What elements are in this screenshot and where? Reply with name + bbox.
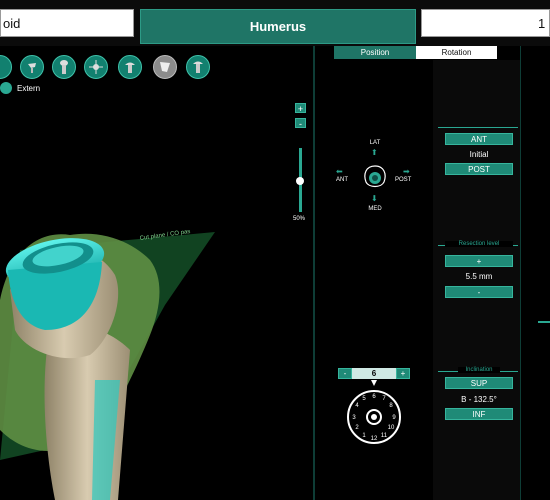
resection-title: Resection level <box>445 241 513 247</box>
inf-button[interactable]: INF <box>445 408 513 420</box>
zoom-out-button[interactable]: - <box>295 118 306 129</box>
tab-rotation[interactable]: Rotation <box>416 46 497 59</box>
dial-plus-button[interactable]: + <box>396 368 410 379</box>
tab-humerus[interactable]: Humerus <box>140 9 416 44</box>
panel-divider <box>313 46 315 500</box>
svg-text:5: 5 <box>362 396 366 402</box>
arrow-right-icon[interactable]: ➡ <box>403 167 410 176</box>
zoom-slider-handle[interactable] <box>296 177 304 185</box>
inclination-value: B - 132.5° <box>461 395 497 404</box>
med-label: MED <box>368 206 382 212</box>
ant-post-value: Initial <box>469 150 489 159</box>
sup-button[interactable]: SUP <box>445 377 513 389</box>
dial-pointer-icon <box>371 380 377 386</box>
ant-label: ANT <box>336 177 348 183</box>
tab-position[interactable]: Position <box>334 46 416 59</box>
tab-humerus-label: Humerus <box>249 19 307 34</box>
tab-right-label: 1 <box>538 15 546 31</box>
svg-text:6: 6 <box>372 394 376 400</box>
resection-minus-button[interactable]: - <box>445 286 513 298</box>
zoom-value: 50% <box>293 216 306 222</box>
svg-text:2: 2 <box>355 425 359 431</box>
svg-text:1: 1 <box>362 433 366 439</box>
lat-label: LAT <box>369 140 381 146</box>
side-marker <box>538 321 550 323</box>
tab-right[interactable]: 1 <box>421 9 550 37</box>
arrow-down-icon[interactable]: ⬇ <box>371 194 378 203</box>
arrow-left-icon[interactable]: ⬅ <box>336 167 343 176</box>
resection-plus-button[interactable]: + <box>445 255 513 267</box>
section-divider-ant <box>438 127 518 128</box>
tab-glenoid-label: oid <box>3 15 21 31</box>
clock-dial[interactable]: 6 7 8 9 10 11 12 1 2 3 4 5 <box>344 380 404 445</box>
3d-viewer[interactable]: Cut plane / CO pas <box>0 60 316 500</box>
svg-text:11: 11 <box>381 433 388 439</box>
dial-value: 6 <box>352 368 396 379</box>
right-divider <box>520 46 521 500</box>
svg-text:4: 4 <box>355 403 359 409</box>
post-button[interactable]: POST <box>445 163 513 175</box>
humeral-head-icon <box>364 165 386 188</box>
dial-minus-button[interactable]: - <box>338 368 352 379</box>
svg-text:7: 7 <box>382 396 386 402</box>
svg-text:10: 10 <box>388 425 395 431</box>
arrow-up-icon[interactable]: ⬆ <box>371 148 378 157</box>
resection-value: 5.5 mm <box>465 272 493 281</box>
svg-text:9: 9 <box>392 415 396 421</box>
svg-text:12: 12 <box>371 436 378 442</box>
zoom-in-button[interactable]: + <box>295 103 306 114</box>
svg-text:3: 3 <box>352 415 356 421</box>
post-label: POST <box>395 177 412 183</box>
ant-button[interactable]: ANT <box>445 133 513 145</box>
svg-text:8: 8 <box>389 403 393 409</box>
inclination-title: Inclination <box>458 367 500 373</box>
tab-glenoid[interactable]: oid <box>0 9 134 37</box>
